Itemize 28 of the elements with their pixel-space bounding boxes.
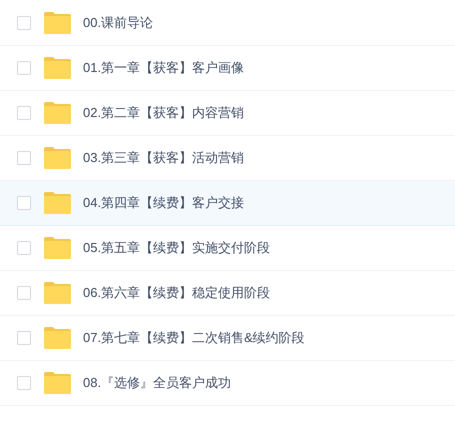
folder-icon (44, 192, 71, 214)
checkbox[interactable] (17, 106, 31, 120)
folder-icon (44, 372, 71, 394)
checkbox[interactable] (17, 331, 31, 345)
folder-name[interactable]: 01.第一章【获客】客户画像 (83, 58, 244, 78)
checkbox[interactable] (17, 376, 31, 390)
checkbox[interactable] (17, 196, 31, 210)
folder-icon (44, 102, 71, 124)
folder-icon (44, 237, 71, 259)
folder-icon (44, 327, 71, 349)
folder-name[interactable]: 03.第三章【获客】活动营销 (83, 148, 244, 168)
folder-name[interactable]: 08.『选修』全员客户成功 (83, 373, 232, 393)
folder-name[interactable]: 00.课前导论 (83, 13, 154, 33)
folder-icon (44, 147, 71, 169)
checkbox[interactable] (17, 61, 31, 75)
folder-name[interactable]: 07.第七章【续费】二次销售&续约阶段 (83, 328, 305, 348)
folder-name[interactable]: 04.第四章【续费】客户交接 (83, 193, 244, 213)
folder-name[interactable]: 02.第二章【获客】内容营销 (83, 103, 244, 123)
folder-icon (44, 12, 71, 34)
folder-icon (44, 57, 71, 79)
checkbox[interactable] (17, 241, 31, 255)
folder-name[interactable]: 06.第六章【续费】稳定使用阶段 (83, 283, 270, 303)
folder-icon (44, 282, 71, 304)
checkbox[interactable] (17, 286, 31, 300)
folder-name[interactable]: 05.第五章【续费】实施交付阶段 (83, 238, 270, 258)
checkbox[interactable] (17, 16, 31, 30)
checkbox[interactable] (17, 151, 31, 165)
file-row[interactable]: 04.第四章【续费】客户交接 (0, 181, 455, 226)
